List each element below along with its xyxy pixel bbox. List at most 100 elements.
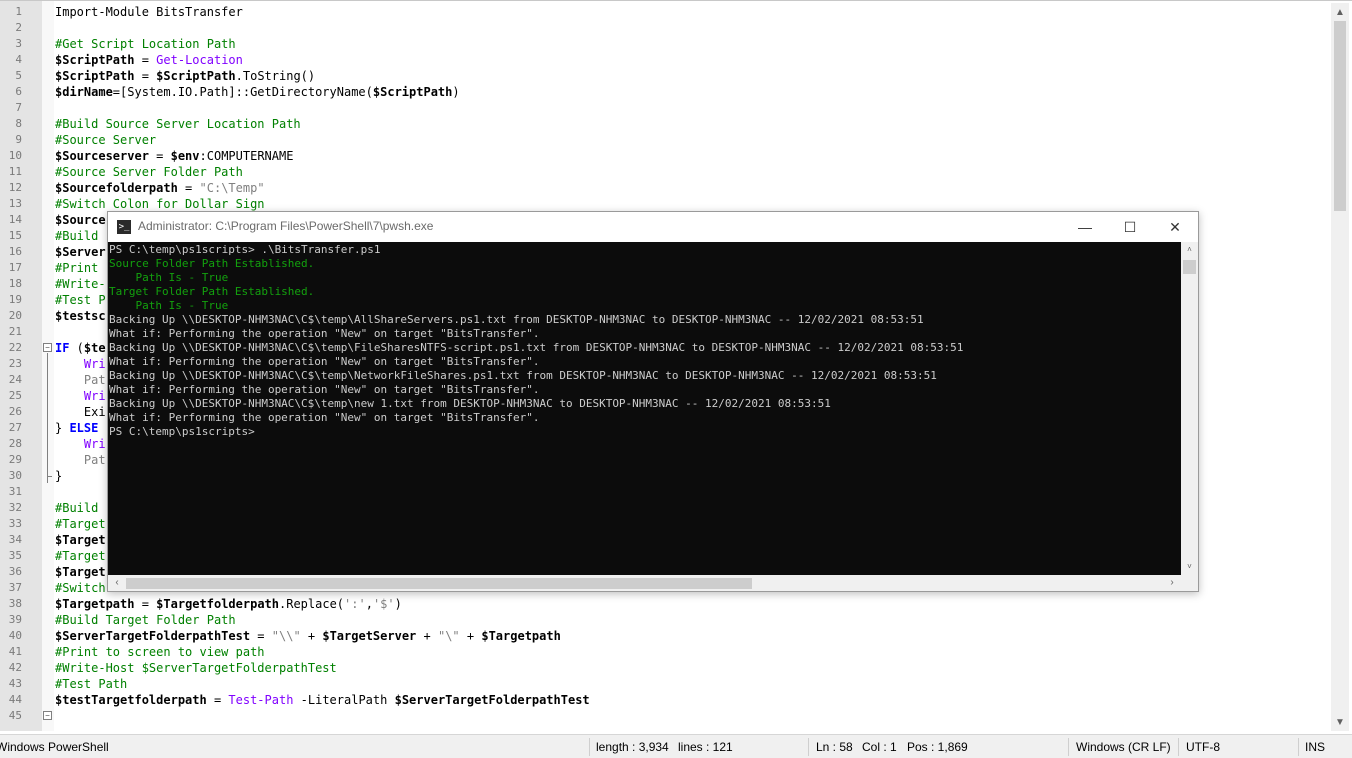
close-button[interactable]: ✕ (1152, 212, 1198, 242)
powershell-terminal-window[interactable]: >_ Administrator: C:\Program Files\Power… (107, 211, 1199, 592)
code-line[interactable]: 8 #Build Source Server Location Path (0, 116, 1330, 132)
scroll-left-arrow-icon[interactable]: ‹ (108, 575, 126, 591)
code-line[interactable]: 12 $Sourcefolderpath = "C:\Temp" (0, 180, 1330, 196)
code-token: #Print (55, 261, 99, 275)
code-token: Wri (55, 389, 106, 403)
line-number: 38 (8, 597, 22, 610)
code-token: #Source Server Folder Path (55, 165, 243, 179)
code-line[interactable]: 10 $Sourceserver = $env:COMPUTERNAME (0, 148, 1330, 164)
line-number: 27 (8, 421, 22, 434)
terminal-line: What if: Performing the operation "New" … (109, 383, 540, 396)
maximize-button[interactable]: ☐ (1107, 212, 1153, 242)
editor-vertical-scrollbar[interactable]: ▲ ▼ (1331, 3, 1349, 731)
status-insert-mode[interactable]: INS (1305, 739, 1325, 755)
code-line[interactable]: 40 $ServerTargetFolderpathTest = "\\" + $… (0, 628, 1330, 644)
code-token: + (300, 629, 323, 643)
line-number: 42 (8, 661, 22, 674)
code-token: ) (394, 597, 402, 611)
status-language[interactable]: Windows PowerShell (0, 739, 109, 755)
code-text: Exi (55, 404, 106, 420)
editor-scroll-thumb[interactable] (1334, 21, 1346, 211)
code-token: #Get Script Location Path (55, 37, 236, 51)
code-line[interactable]: 7 (0, 100, 1330, 116)
code-token: "C:\Temp" (199, 181, 265, 195)
terminal-hscroll-thumb[interactable] (126, 578, 752, 589)
code-text: } ELSE (55, 420, 98, 436)
line-number: 8 (15, 117, 22, 130)
terminal-line: Path Is - True (109, 299, 229, 312)
code-text: #Print to screen to view path (55, 644, 265, 660)
code-token: '$' (372, 597, 395, 611)
code-token: $Target (55, 533, 106, 547)
scroll-up-arrow-icon[interactable]: ▲ (1331, 5, 1349, 21)
code-token: $ScriptPath (156, 69, 236, 83)
scroll-down-arrow-icon[interactable]: ▼ (1331, 715, 1349, 731)
scroll-right-arrow-icon[interactable]: › (1163, 575, 1181, 591)
code-token: #Write- (55, 277, 106, 291)
code-text: } (55, 468, 62, 484)
code-token: = (134, 69, 157, 83)
minimize-button[interactable]: — (1062, 212, 1108, 242)
code-text: #Build (55, 228, 98, 244)
line-number: 3 (15, 37, 22, 50)
code-line[interactable]: 13 #Switch Colon for Dollar Sign (0, 196, 1330, 212)
terminal-horizontal-scrollbar[interactable]: ‹ › (108, 575, 1181, 591)
terminal-line: Source Folder Path Established. (109, 257, 315, 270)
code-line[interactable]: 38 $Targetpath = $Targetfolderpath.Replac… (0, 596, 1330, 612)
terminal-scroll-thumb[interactable] (1183, 260, 1196, 274)
terminal-vertical-scrollbar[interactable]: ˄ ˅ (1181, 242, 1198, 575)
fold-toggle-icon[interactable]: − (43, 343, 52, 352)
code-token: $testTargetfolderpath (55, 693, 207, 707)
status-ln: Ln : 58 (816, 740, 853, 754)
line-number: 19 (8, 293, 22, 306)
terminal-line: Backing Up \\DESKTOP-NHM3NAC\C$\temp\All… (109, 313, 924, 326)
code-line[interactable]: 6 $dirName=[System.IO.Path]::GetDirectory… (0, 84, 1330, 100)
code-text: Wri (55, 388, 106, 404)
code-token: "\" (437, 629, 460, 643)
code-line[interactable]: 44 $testTargetfolderpath = Test-Path -Lit… (0, 692, 1330, 708)
code-line[interactable]: 11 #Source Server Folder Path (0, 164, 1330, 180)
terminal-line: PS C:\temp\ps1scripts> .\BitsTransfer.ps… (109, 243, 381, 256)
status-encoding[interactable]: UTF-8 (1186, 739, 1220, 755)
code-token: $ScriptPath (372, 85, 453, 99)
code-text: #Switch (55, 580, 106, 596)
code-token: Test-Path (228, 693, 294, 707)
code-token: = (134, 597, 157, 611)
code-token: Get-Location (156, 53, 243, 67)
status-separator (589, 738, 590, 756)
code-line[interactable]: 3 #Get Script Location Path (0, 36, 1330, 52)
code-line[interactable]: 4 $ScriptPath = Get-Location (0, 52, 1330, 68)
status-pos: Pos : 1,869 (907, 740, 968, 754)
code-token: $dirName (55, 85, 113, 99)
powershell-icon: >_ (117, 220, 131, 234)
code-line[interactable]: 39 #Build Target Folder Path (0, 612, 1330, 628)
code-text: $Sourceserver = $env:COMPUTERNAME (55, 148, 293, 164)
code-text: #Write- (55, 276, 106, 292)
line-number: 40 (8, 629, 22, 642)
status-eol[interactable]: Windows (CR LF) (1076, 739, 1171, 755)
line-number: 30 (8, 469, 22, 482)
code-line[interactable]: 43 #Test Path (0, 676, 1330, 692)
fold-toggle-icon[interactable]: − (43, 711, 52, 720)
line-number: 13 (8, 197, 22, 210)
code-token: } (55, 421, 70, 435)
code-line[interactable]: 45 (0, 708, 1330, 724)
code-line[interactable]: 2 (0, 20, 1330, 36)
line-number: 17 (8, 261, 22, 274)
code-token: ELSE (69, 421, 99, 435)
code-line[interactable]: 42 #Write-Host $ServerTargetFolderpathTes… (0, 660, 1330, 676)
code-token: $ScriptPath (55, 69, 135, 83)
code-line[interactable]: 41 #Print to screen to view path (0, 644, 1330, 660)
scroll-down-arrow-icon[interactable]: ˅ (1181, 559, 1198, 575)
code-line[interactable]: 1 Import-Module BitsTransfer (0, 4, 1330, 20)
line-number: 7 (15, 101, 22, 114)
status-separator (1068, 738, 1069, 756)
terminal-output[interactable]: PS C:\temp\ps1scripts> .\BitsTransfer.ps… (108, 242, 1181, 575)
scroll-up-arrow-icon[interactable]: ˄ (1181, 242, 1198, 258)
status-separator (808, 738, 809, 756)
code-text: Wri (55, 436, 106, 452)
terminal-title-bar[interactable]: >_ Administrator: C:\Program Files\Power… (108, 212, 1198, 242)
code-line[interactable]: 9 #Source Server (0, 132, 1330, 148)
code-line[interactable]: 5 $ScriptPath = $ScriptPath.ToString() (0, 68, 1330, 84)
terminal-title: Administrator: C:\Program Files\PowerShe… (138, 219, 434, 233)
